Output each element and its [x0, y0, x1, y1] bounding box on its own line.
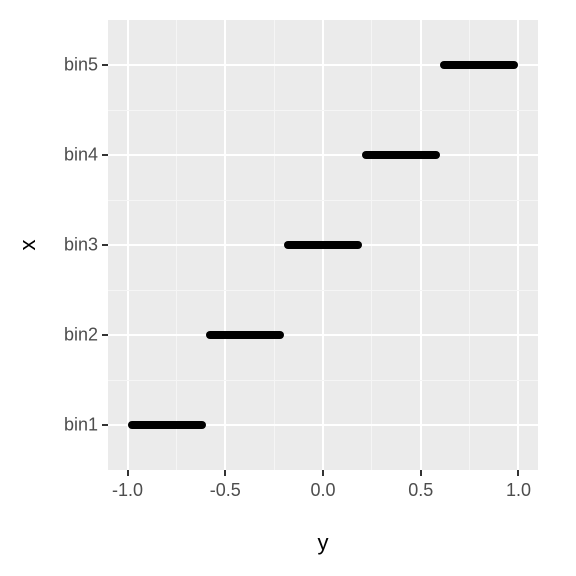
y-tick-mark: [102, 424, 108, 426]
y-tick-mark: [102, 154, 108, 156]
x-tick-mark: [224, 470, 226, 476]
x-tick-mark: [517, 470, 519, 476]
x-tick-mark: [322, 470, 324, 476]
y-tick-label: bin5: [64, 55, 98, 76]
y-tick-label: bin2: [64, 325, 98, 346]
x-tick-label: 0.0: [310, 480, 335, 501]
x-tick-label: -0.5: [210, 480, 241, 501]
gridline-minor-h: [108, 380, 538, 381]
plot-panel: [108, 20, 538, 470]
data-bar: [362, 151, 440, 159]
data-bar: [206, 331, 284, 339]
y-tick-mark: [102, 64, 108, 66]
gridline-major-h: [108, 154, 538, 156]
y-tick-mark: [102, 244, 108, 246]
gridline-minor-h: [108, 110, 538, 111]
chart: bin1 bin2 bin3 bin4 bin5 -1.0 -0.5 0.0 0.5 1.0 x…: [0, 0, 576, 576]
x-tick-label: 0.5: [408, 480, 433, 501]
data-bar: [128, 421, 206, 429]
gridline-minor-h: [108, 290, 538, 291]
x-axis-title: y: [318, 530, 329, 556]
y-tick-mark: [102, 334, 108, 336]
x-tick-mark: [127, 470, 129, 476]
x-tick-label: 1.0: [506, 480, 531, 501]
y-tick-label: bin3: [64, 235, 98, 256]
y-tick-label: bin1: [64, 415, 98, 436]
data-bar: [284, 241, 362, 249]
y-tick-label: bin4: [64, 145, 98, 166]
data-bar: [440, 61, 518, 69]
y-axis-title: x: [15, 240, 41, 251]
x-tick-label: -1.0: [112, 480, 143, 501]
gridline-major-h: [108, 334, 538, 336]
gridline-minor-h: [108, 200, 538, 201]
x-tick-mark: [420, 470, 422, 476]
